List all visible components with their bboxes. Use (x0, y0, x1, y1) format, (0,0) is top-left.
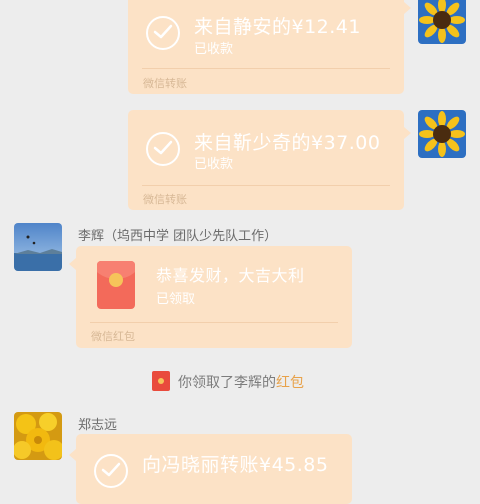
check-circle-icon (94, 454, 128, 488)
sender-name: 郑志远 (78, 418, 118, 433)
bubble-tail (404, 127, 411, 139)
bubble-divider (142, 185, 390, 186)
red-packet-icon (152, 371, 170, 391)
bubble-divider (90, 322, 338, 323)
bubble-tail (404, 2, 411, 14)
transfer-footer: 微信转账 (143, 77, 187, 90)
transfer-bubble-3[interactable]: 向冯晓丽转账¥45.85 (76, 434, 352, 504)
sunflower-avatar[interactable] (418, 110, 466, 158)
notice-text: 你领取了李辉的 (178, 375, 276, 391)
bubble-tail (69, 258, 76, 270)
chrysanthemum-avatar[interactable] (14, 412, 62, 460)
sender-name: 李辉（坞西中学 团队少先队工作） (78, 229, 278, 244)
transfer-amount: 向冯晓丽转账¥45.85 (142, 454, 329, 476)
transfer-amount: 来自靳少奇的¥37.00 (194, 132, 381, 154)
bubble-divider (142, 68, 390, 69)
notice-link[interactable]: 红包 (276, 375, 304, 391)
red-packet-status: 已领取 (156, 292, 196, 307)
system-notice: 你领取了李辉的红包 (178, 372, 304, 392)
red-packet-icon (97, 261, 135, 309)
transfer-status: 已收款 (194, 157, 234, 172)
red-packet-footer: 微信红包 (91, 330, 135, 343)
bubble-tail (69, 449, 76, 461)
transfer-bubble-2[interactable]: 来自靳少奇的¥37.00 已收款 微信转账 (128, 110, 404, 210)
sunflower-avatar[interactable] (418, 0, 466, 44)
transfer-amount: 来自静安的¥12.41 (194, 16, 361, 38)
check-circle-icon (146, 16, 180, 50)
red-packet-bubble[interactable]: 恭喜发财，大吉大利 已领取 微信红包 (76, 246, 352, 348)
transfer-bubble-1[interactable]: 来自静安的¥12.41 已收款 微信转账 (128, 0, 404, 94)
red-packet-title: 恭喜发财，大吉大利 (156, 266, 305, 285)
transfer-footer: 微信转账 (143, 193, 187, 206)
lake-avatar[interactable] (14, 223, 62, 271)
check-circle-icon (146, 132, 180, 166)
transfer-status: 已收款 (194, 42, 234, 57)
